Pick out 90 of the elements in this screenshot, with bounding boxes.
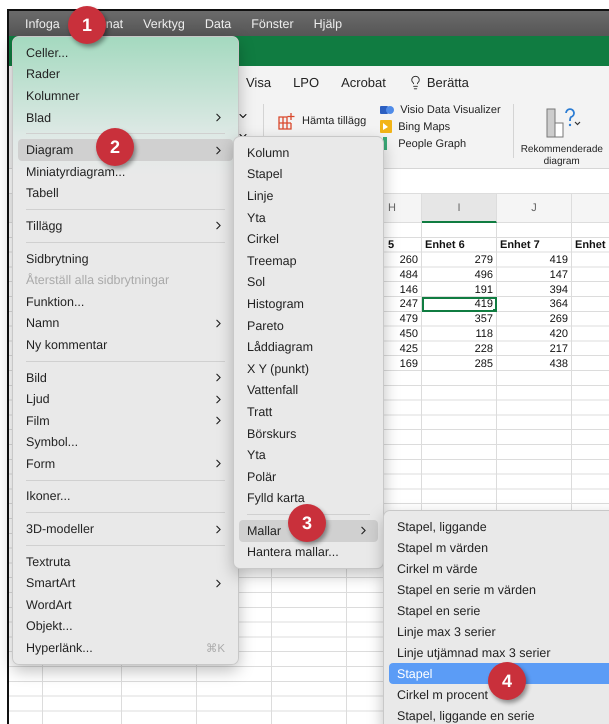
- menu-item[interactable]: Hantera mallar...: [239, 542, 378, 564]
- menu-bar-item[interactable]: Verktyg: [143, 16, 185, 30]
- table-cell-text: 247: [398, 297, 419, 312]
- table-cell-text: 420: [548, 326, 569, 342]
- menu-item[interactable]: Stapel en serie: [389, 600, 609, 621]
- menu-item[interactable]: Symbol...: [18, 432, 233, 454]
- ribbon-tab[interactable]: LPO: [293, 74, 320, 90]
- column-header[interactable]: I: [422, 194, 497, 223]
- table-cell-text: 279: [474, 252, 494, 268]
- table-cell-text: 438: [548, 356, 569, 371]
- menu-item[interactable]: Hyperlänk... ⌘K: [18, 637, 233, 659]
- table-cell-text: 450: [398, 326, 419, 342]
- menu-item[interactable]: Treemap: [239, 250, 378, 272]
- recommended-charts-button[interactable]: Rekommenderade diagram: [520, 106, 604, 167]
- menu-item[interactable]: Histogram: [239, 293, 378, 315]
- ribbon-tab[interactable]: Acrobat: [341, 74, 386, 90]
- shortcut-label: ⌘K: [206, 642, 225, 656]
- table-cell-text: 269: [548, 312, 569, 327]
- table-cell-text: 5: [387, 238, 396, 253]
- menu-item[interactable]: Linje max 3 serier: [389, 621, 609, 642]
- menu-item[interactable]: Ikoner...: [18, 486, 233, 508]
- ribbon-tab[interactable]: Visa: [246, 74, 272, 90]
- menu-item[interactable]: SmartArt: [18, 572, 233, 594]
- table-cell-text: 419: [548, 252, 569, 268]
- addin-button[interactable]: Visio Data Visualizer: [380, 104, 501, 116]
- menu-item[interactable]: Polär: [239, 466, 378, 488]
- menu-item[interactable]: Namn: [18, 312, 233, 334]
- menu-item[interactable]: Blad: [18, 106, 233, 128]
- menu-item[interactable]: X Y (punkt): [239, 358, 378, 380]
- menu-item[interactable]: Tratt: [239, 401, 378, 423]
- menu-item[interactable]: Linje utjämnad max 3 serier: [389, 642, 609, 663]
- menu-bar-item[interactable]: Fönster: [251, 16, 294, 30]
- menu-item[interactable]: Sidbrytning: [18, 248, 233, 270]
- table-cell-text: 228: [474, 342, 494, 356]
- menu-bar-item[interactable]: nat: [106, 16, 124, 30]
- table-cell-text: Enhet 6: [424, 238, 466, 253]
- table-cell-text: 147: [548, 268, 569, 282]
- menu-item[interactable]: Objekt...: [18, 616, 233, 638]
- menu-item[interactable]: Yta: [239, 444, 378, 466]
- menu-item[interactable]: Rader: [18, 64, 233, 86]
- menu-item[interactable]: Stapel en serie m värden: [389, 579, 609, 600]
- menu-item[interactable]: Kolumner: [18, 85, 233, 107]
- menu-item[interactable]: Låddiagram: [239, 336, 378, 358]
- table-cell-text: 285: [474, 356, 494, 371]
- table-cell-text: 394: [548, 282, 569, 297]
- ribbon-tab[interactable]: Berätta: [408, 74, 469, 90]
- table-cell-text: 118: [474, 326, 494, 342]
- table-cell-text: 146: [398, 282, 419, 297]
- column-header[interactable]: J: [497, 194, 572, 223]
- menu-item[interactable]: Cirkel: [239, 228, 378, 250]
- table-cell-text: 425: [398, 342, 419, 356]
- menu-bar-item[interactable]: Infoga: [25, 16, 60, 30]
- menu-item[interactable]: Tabell: [18, 182, 233, 204]
- table-cell: 419: [422, 296, 497, 312]
- addin-button[interactable]: Bing Maps: [380, 120, 501, 133]
- menu-item[interactable]: Ljud: [18, 388, 233, 410]
- menu-item[interactable]: WordArt: [18, 594, 233, 616]
- menu-item[interactable]: Stapel, liggande en serie: [389, 705, 609, 724]
- menu-item[interactable]: 3D-modeller: [18, 518, 233, 540]
- table-cell-text: 169: [398, 356, 419, 371]
- table-cell-text: 484: [398, 268, 419, 282]
- menu-item[interactable]: Stapel: [239, 164, 378, 186]
- menu-item[interactable]: Celler...: [18, 42, 233, 64]
- table-cell-text: 217: [548, 342, 569, 356]
- menu-item[interactable]: Funktion...: [18, 290, 233, 313]
- menu-item[interactable]: Stapel, liggande: [389, 516, 609, 537]
- menu-item[interactable]: Vattenfall: [239, 380, 378, 402]
- menu-item[interactable]: Cirkel m värde: [389, 558, 609, 579]
- menu-item[interactable]: Börskurs: [239, 422, 378, 444]
- get-addins-button[interactable]: Hämta tillägg: [276, 108, 368, 134]
- table-cell-text: Enhet: [574, 238, 607, 253]
- menu-item[interactable]: Stapel m värden: [389, 537, 609, 558]
- menu-item[interactable]: Sol: [239, 272, 378, 294]
- menu-item[interactable]: Ny kommentar: [18, 334, 233, 356]
- table-cell-text: 479: [398, 312, 419, 327]
- menu-bar-item[interactable]: Hjälp: [314, 16, 342, 30]
- table-cell-text: 496: [474, 268, 494, 282]
- menu-item[interactable]: Tillägg: [18, 215, 233, 237]
- table-cell-text: 364: [548, 297, 569, 312]
- table-cell-text: 260: [398, 252, 419, 268]
- menu-item[interactable]: Textruta: [18, 550, 233, 572]
- table-cell-text: Enhet 7: [499, 238, 541, 253]
- menu-item[interactable]: Bild: [18, 366, 233, 388]
- menu-item[interactable]: Film: [18, 410, 233, 432]
- menu-item[interactable]: Form: [18, 453, 233, 475]
- menu-bar-item[interactable]: Data: [204, 16, 232, 30]
- table-cell-text: 357: [474, 312, 494, 327]
- table-cell-text: 191: [474, 282, 494, 297]
- menu-item[interactable]: Pareto: [239, 314, 378, 336]
- menu-item[interactable]: Kolumn: [239, 142, 378, 164]
